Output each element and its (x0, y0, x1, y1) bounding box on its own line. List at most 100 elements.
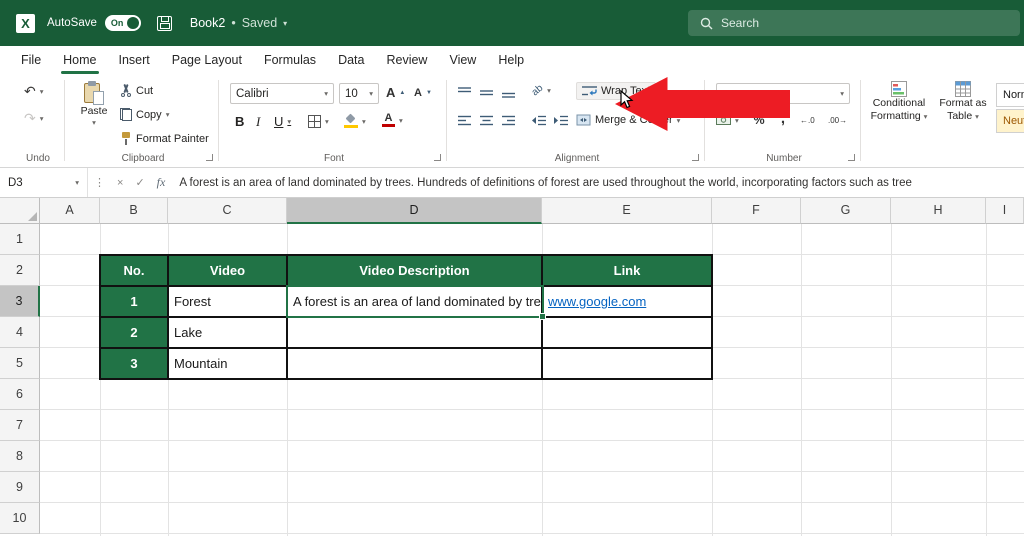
column-header-h[interactable]: H (891, 198, 986, 224)
italic-button[interactable]: I (256, 114, 260, 130)
hyperlink[interactable]: www.google.com (548, 294, 646, 309)
table-header-link[interactable]: Link (542, 255, 712, 286)
conditional-formatting-button[interactable]: Conditional Formatting ▾ (866, 81, 932, 123)
row-header-1[interactable]: 1 (0, 224, 40, 255)
conditional-formatting-label-1: Conditional (872, 97, 926, 109)
paste-button[interactable]: Paste ▾ (74, 81, 114, 128)
middle-align-button[interactable] (480, 87, 493, 98)
row-header-3[interactable]: 3 (0, 286, 40, 317)
bold-button[interactable]: B (235, 114, 244, 129)
row-header-10[interactable]: 10 (0, 503, 40, 534)
cell-b5[interactable]: 3 (100, 348, 168, 379)
search-box[interactable]: Search (688, 10, 1020, 36)
column-header-i[interactable]: I (986, 198, 1024, 224)
increase-decimal-button[interactable]: ←.0 (800, 116, 815, 125)
cell-style-normal[interactable]: Normal (996, 83, 1024, 107)
alignment-dialog-launcher-icon[interactable] (692, 154, 699, 161)
increase-font-button[interactable]: A ▲ (386, 85, 405, 100)
table-header-description[interactable]: Video Description (287, 255, 542, 286)
row-header-7[interactable]: 7 (0, 410, 40, 441)
cell-d4[interactable] (287, 317, 542, 348)
row-header-9[interactable]: 9 (0, 472, 40, 503)
autosave-toggle[interactable]: On (104, 15, 141, 31)
cell-d5[interactable] (287, 348, 542, 379)
cell-b3[interactable]: 1 (100, 286, 168, 317)
column-header-e[interactable]: E (542, 198, 712, 224)
font-name-combo[interactable]: Calibri ▾ (230, 83, 334, 104)
top-align-button[interactable] (458, 87, 471, 98)
row-header-2[interactable]: 2 (0, 255, 40, 286)
tab-view[interactable]: View (438, 46, 487, 74)
row-header-5[interactable]: 5 (0, 348, 40, 379)
cell-e3: www.google.com (542, 286, 712, 317)
table-header-no[interactable]: No. (100, 255, 168, 286)
decrease-decimal-label: .00→ (828, 116, 848, 125)
tab-file[interactable]: File (10, 46, 52, 74)
name-box-splitter-icon[interactable]: ⋮ (88, 176, 111, 189)
format-as-table-button[interactable]: Format as Table ▾ (934, 81, 992, 123)
copy-button[interactable]: Copy ▾ (120, 108, 169, 121)
column-header-b[interactable]: B (100, 198, 168, 224)
increase-indent-button[interactable] (554, 115, 568, 126)
cell-e4[interactable] (542, 317, 712, 348)
cancel-entry-icon[interactable]: × (111, 177, 129, 189)
select-all-corner[interactable] (0, 198, 40, 224)
borders-icon (308, 115, 321, 128)
tab-formulas[interactable]: Formulas (253, 46, 327, 74)
cell-c3[interactable]: Forest (168, 286, 287, 317)
cell-style-neutral[interactable]: Neutral (996, 109, 1024, 133)
row-header-4[interactable]: 4 (0, 317, 40, 348)
tab-home[interactable]: Home (52, 46, 107, 74)
tab-data[interactable]: Data (327, 46, 375, 74)
center-button[interactable] (480, 115, 493, 126)
font-name-value: Calibri (236, 87, 269, 100)
borders-button[interactable]: ▾ (308, 115, 329, 128)
font-color-button[interactable]: A ▾ (382, 113, 403, 127)
redo-button[interactable]: ↷ ▾ (24, 110, 44, 127)
column-header-a[interactable]: A (40, 198, 100, 224)
fill-color-button[interactable]: ▾ (344, 113, 366, 128)
number-dialog-launcher-icon[interactable] (848, 154, 855, 161)
tab-help[interactable]: Help (487, 46, 535, 74)
workbook-title[interactable]: Book2 • Saved ▾ (190, 16, 287, 30)
cell-c4[interactable]: Lake (168, 317, 287, 348)
row-header-8[interactable]: 8 (0, 441, 40, 472)
confirm-entry-icon[interactable]: ✓ (129, 176, 150, 189)
undo-button[interactable]: ↶ ▾ (24, 83, 44, 100)
fill-color-icon (344, 113, 358, 128)
save-icon[interactable] (156, 15, 172, 31)
orientation-button[interactable]: ab ▾ (530, 83, 551, 99)
format-as-table-label-1: Format as (939, 97, 987, 109)
tab-insert[interactable]: Insert (108, 46, 161, 74)
name-box[interactable]: D3 ▾ (0, 168, 88, 197)
tab-page-layout[interactable]: Page Layout (161, 46, 253, 74)
cut-button[interactable]: Cut (120, 84, 153, 97)
decrease-font-button[interactable]: A ▼ (414, 87, 432, 99)
cell-b4[interactable]: 2 (100, 317, 168, 348)
decrease-decimal-button[interactable]: .00→ (828, 116, 847, 125)
excel-logo-icon[interactable]: X (16, 13, 35, 33)
cell-e5[interactable] (542, 348, 712, 379)
cell-d3-active[interactable]: A forest is an area of land dominated by… (287, 286, 542, 317)
underline-button[interactable]: U ▾ (274, 114, 291, 129)
cell-c5[interactable]: Mountain (168, 348, 287, 379)
font-dialog-launcher-icon[interactable] (434, 154, 441, 161)
decrease-indent-button[interactable] (532, 115, 546, 126)
insert-function-icon[interactable]: fx (151, 175, 172, 190)
align-right-button[interactable] (502, 115, 515, 126)
column-header-g[interactable]: G (801, 198, 891, 224)
excel-window: X AutoSave On Book2 • Saved ▾ Search Fil… (0, 0, 1024, 536)
format-painter-button[interactable]: Format Painter (120, 132, 209, 145)
clipboard-dialog-launcher-icon[interactable] (206, 154, 213, 161)
align-left-button[interactable] (458, 115, 471, 126)
bottom-align-button[interactable] (502, 87, 515, 98)
column-header-d[interactable]: D (287, 198, 542, 224)
merge-center-icon (576, 114, 591, 126)
font-size-combo[interactable]: 10 ▾ (339, 83, 379, 104)
tab-review[interactable]: Review (375, 46, 438, 74)
table-header-video[interactable]: Video (168, 255, 287, 286)
row-header-6[interactable]: 6 (0, 379, 40, 410)
column-header-f[interactable]: F (712, 198, 801, 224)
formula-input[interactable]: A forest is an area of land dominated by… (171, 177, 1024, 189)
column-header-c[interactable]: C (168, 198, 287, 224)
